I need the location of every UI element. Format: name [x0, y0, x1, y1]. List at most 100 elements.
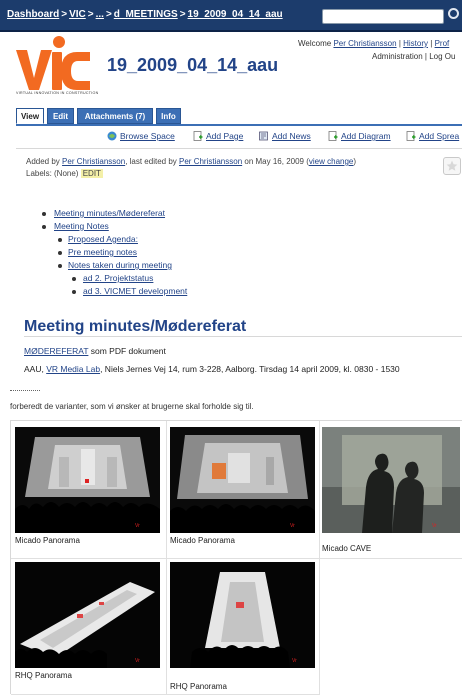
link-separator: | — [424, 52, 427, 61]
venue-prefix: AAU, — [24, 364, 47, 374]
breadcrumb-separator: > — [87, 9, 94, 20]
add-page-label: Add Page — [206, 131, 244, 141]
logo-tagline: VIRTUAL INNOVATION IN CONSTRUCTION — [16, 91, 99, 95]
breadcrumb-separator: > — [61, 9, 68, 20]
browse-space-link[interactable]: Browse Space — [107, 131, 175, 141]
toc-bullet — [72, 277, 76, 281]
gallery-cell: Vr Micado CAVE — [319, 421, 462, 559]
profile-link[interactable]: Prof — [435, 39, 450, 48]
toc-link-vicmet-development[interactable]: ad 3. VICMET development — [83, 286, 187, 296]
logout-link[interactable]: Log Ou — [429, 52, 455, 61]
svg-text:Vr: Vr — [290, 523, 295, 529]
page-metadata: Added by Per Christiansson, last edited … — [26, 157, 356, 166]
added-by-user-link[interactable]: Per Christiansson — [62, 157, 125, 166]
image-gallery: Vr Micado Panorama Vr Micado Panorama Vr… — [10, 420, 462, 695]
toc-link-projektstatus[interactable]: ad 2. Projektstatus — [83, 273, 153, 283]
top-navigation-bar: Dashboard > VIC >... > d_MEETINGS >19_2009_04_… — [0, 0, 462, 32]
breadcrumb-ellipsis[interactable]: ... — [96, 9, 104, 20]
add-diagram-label: Add Diagram — [341, 131, 391, 141]
breadcrumb-separator: > — [105, 9, 112, 20]
svg-text:Vr: Vr — [292, 658, 297, 664]
view-change-link[interactable]: view change — [309, 157, 353, 166]
view-change-paren-close: ) — [353, 157, 357, 166]
gallery-thumbnail[interactable]: Vr — [322, 427, 460, 533]
toc-bullet — [42, 225, 46, 229]
labels-line: Labels: (None) EDIT — [26, 169, 103, 178]
section-heading: Meeting minutes/Mødereferat — [24, 318, 247, 335]
toc-link-notes-during-meeting[interactable]: Notes taken during meeting — [68, 260, 172, 270]
add-news-icon — [259, 131, 268, 141]
vr-media-lab-link[interactable]: VR Media Lab — [46, 364, 100, 374]
svg-text:Vr: Vr — [432, 523, 437, 529]
tab-info[interactable]: Info — [156, 108, 181, 124]
gallery-thumbnail[interactable]: Vr — [15, 562, 160, 668]
add-page-icon — [193, 131, 203, 141]
toc-bullet — [58, 264, 62, 268]
breadcrumb-d-meetings[interactable]: d_MEETINGS — [114, 9, 178, 20]
toc-link-proposed-agenda[interactable]: Proposed Agenda: — [68, 234, 138, 244]
gallery-thumbnail[interactable]: Vr — [15, 427, 160, 533]
dotted-divider — [10, 390, 40, 391]
labels-text: Labels: (None) — [26, 169, 79, 178]
gallery-caption: Micado Panorama — [15, 536, 80, 545]
user-name-link[interactable]: Per Christiansson — [333, 39, 396, 48]
add-news-link[interactable]: Add News — [259, 131, 311, 141]
gallery-caption: RHQ Panorama — [15, 671, 72, 680]
favourite-star-icon[interactable] — [443, 157, 461, 175]
divider — [16, 148, 462, 149]
page-title: 19_2009_04_14_aau — [107, 55, 279, 75]
browse-space-label: Browse Space — [120, 131, 175, 141]
administration-link[interactable]: Administration — [372, 52, 423, 61]
gallery-cell: Vr Micado Panorama — [11, 421, 167, 559]
user-links: Welcome Per Christiansson | History | Pr… — [298, 37, 455, 63]
gallery-caption: Micado Panorama — [170, 536, 235, 545]
add-page-link[interactable]: Add Page — [193, 131, 243, 141]
toc-link-meeting-minutes[interactable]: Meeting minutes/Mødereferat — [54, 208, 165, 218]
gallery-caption: RHQ Panorama — [170, 682, 227, 691]
toc-bullet — [58, 238, 62, 242]
add-spreadsheet-icon — [406, 131, 416, 141]
toc-link-meeting-notes[interactable]: Meeting Notes — [54, 221, 109, 231]
last-edited-prefix: , last edited by — [125, 157, 177, 166]
svg-text:Vr: Vr — [135, 658, 140, 664]
gallery-cell: Vr Micado Panorama — [166, 421, 320, 559]
breadcrumb-dashboard[interactable]: Dashboard — [7, 9, 59, 20]
edit-date: on May 16, 2009 — [244, 157, 304, 166]
breadcrumb-separator: > — [179, 9, 186, 20]
toc-bullet — [58, 251, 62, 255]
toc-bullet — [72, 290, 76, 294]
gallery-cell: Vr RHQ Panorama — [11, 558, 167, 695]
gallery-thumbnail[interactable]: Vr — [170, 427, 315, 533]
link-separator: | — [398, 39, 401, 48]
history-link[interactable]: History — [403, 39, 428, 48]
tab-edit[interactable]: Edit — [47, 108, 74, 124]
tab-attachments[interactable]: Attachments (7) — [77, 108, 153, 124]
pdf-line: MØDEREFERAT som PDF dokument — [24, 346, 166, 356]
add-news-label: Add News — [272, 131, 311, 141]
venue-line: AAU, VR Media Lab, Niels Jernes Vej 14, … — [24, 364, 400, 374]
toc-bullet — [42, 212, 46, 216]
tab-view[interactable]: View — [16, 108, 44, 124]
labels-edit-button[interactable]: EDIT — [80, 169, 103, 178]
breadcrumb-current-page[interactable]: 19_2009_04_14_aau — [188, 9, 283, 20]
gallery-thumbnail[interactable]: Vr — [170, 562, 315, 668]
page-actions: Browse Space Add Page Add News Add Diagr… — [0, 131, 462, 145]
tab-underline — [16, 124, 462, 126]
truncated-paragraph: forberedt de varianter, som vi ønsker at… — [10, 402, 254, 411]
last-edited-user-link[interactable]: Per Christiansson — [179, 157, 242, 166]
gallery-cell: Vr RHQ Panorama — [166, 558, 320, 695]
breadcrumb-vic[interactable]: VIC — [69, 9, 86, 20]
browse-space-icon — [107, 131, 117, 141]
search-input[interactable] — [322, 9, 444, 24]
search-icon[interactable] — [448, 8, 459, 19]
pdf-suffix: som PDF dokument — [88, 346, 166, 356]
gallery-caption: Micado CAVE — [322, 544, 372, 553]
add-diagram-link[interactable]: Add Diagram — [328, 131, 391, 141]
pdf-document-link[interactable]: MØDEREFERAT — [24, 346, 88, 356]
toc-link-pre-meeting-notes[interactable]: Pre meeting notes — [68, 247, 137, 257]
add-spreadsheet-link[interactable]: Add Sprea — [406, 131, 459, 141]
welcome-text: Welcome — [298, 39, 332, 48]
added-by-prefix: Added by — [26, 157, 60, 166]
divider — [24, 336, 462, 337]
add-spreadsheet-label: Add Sprea — [419, 131, 460, 141]
